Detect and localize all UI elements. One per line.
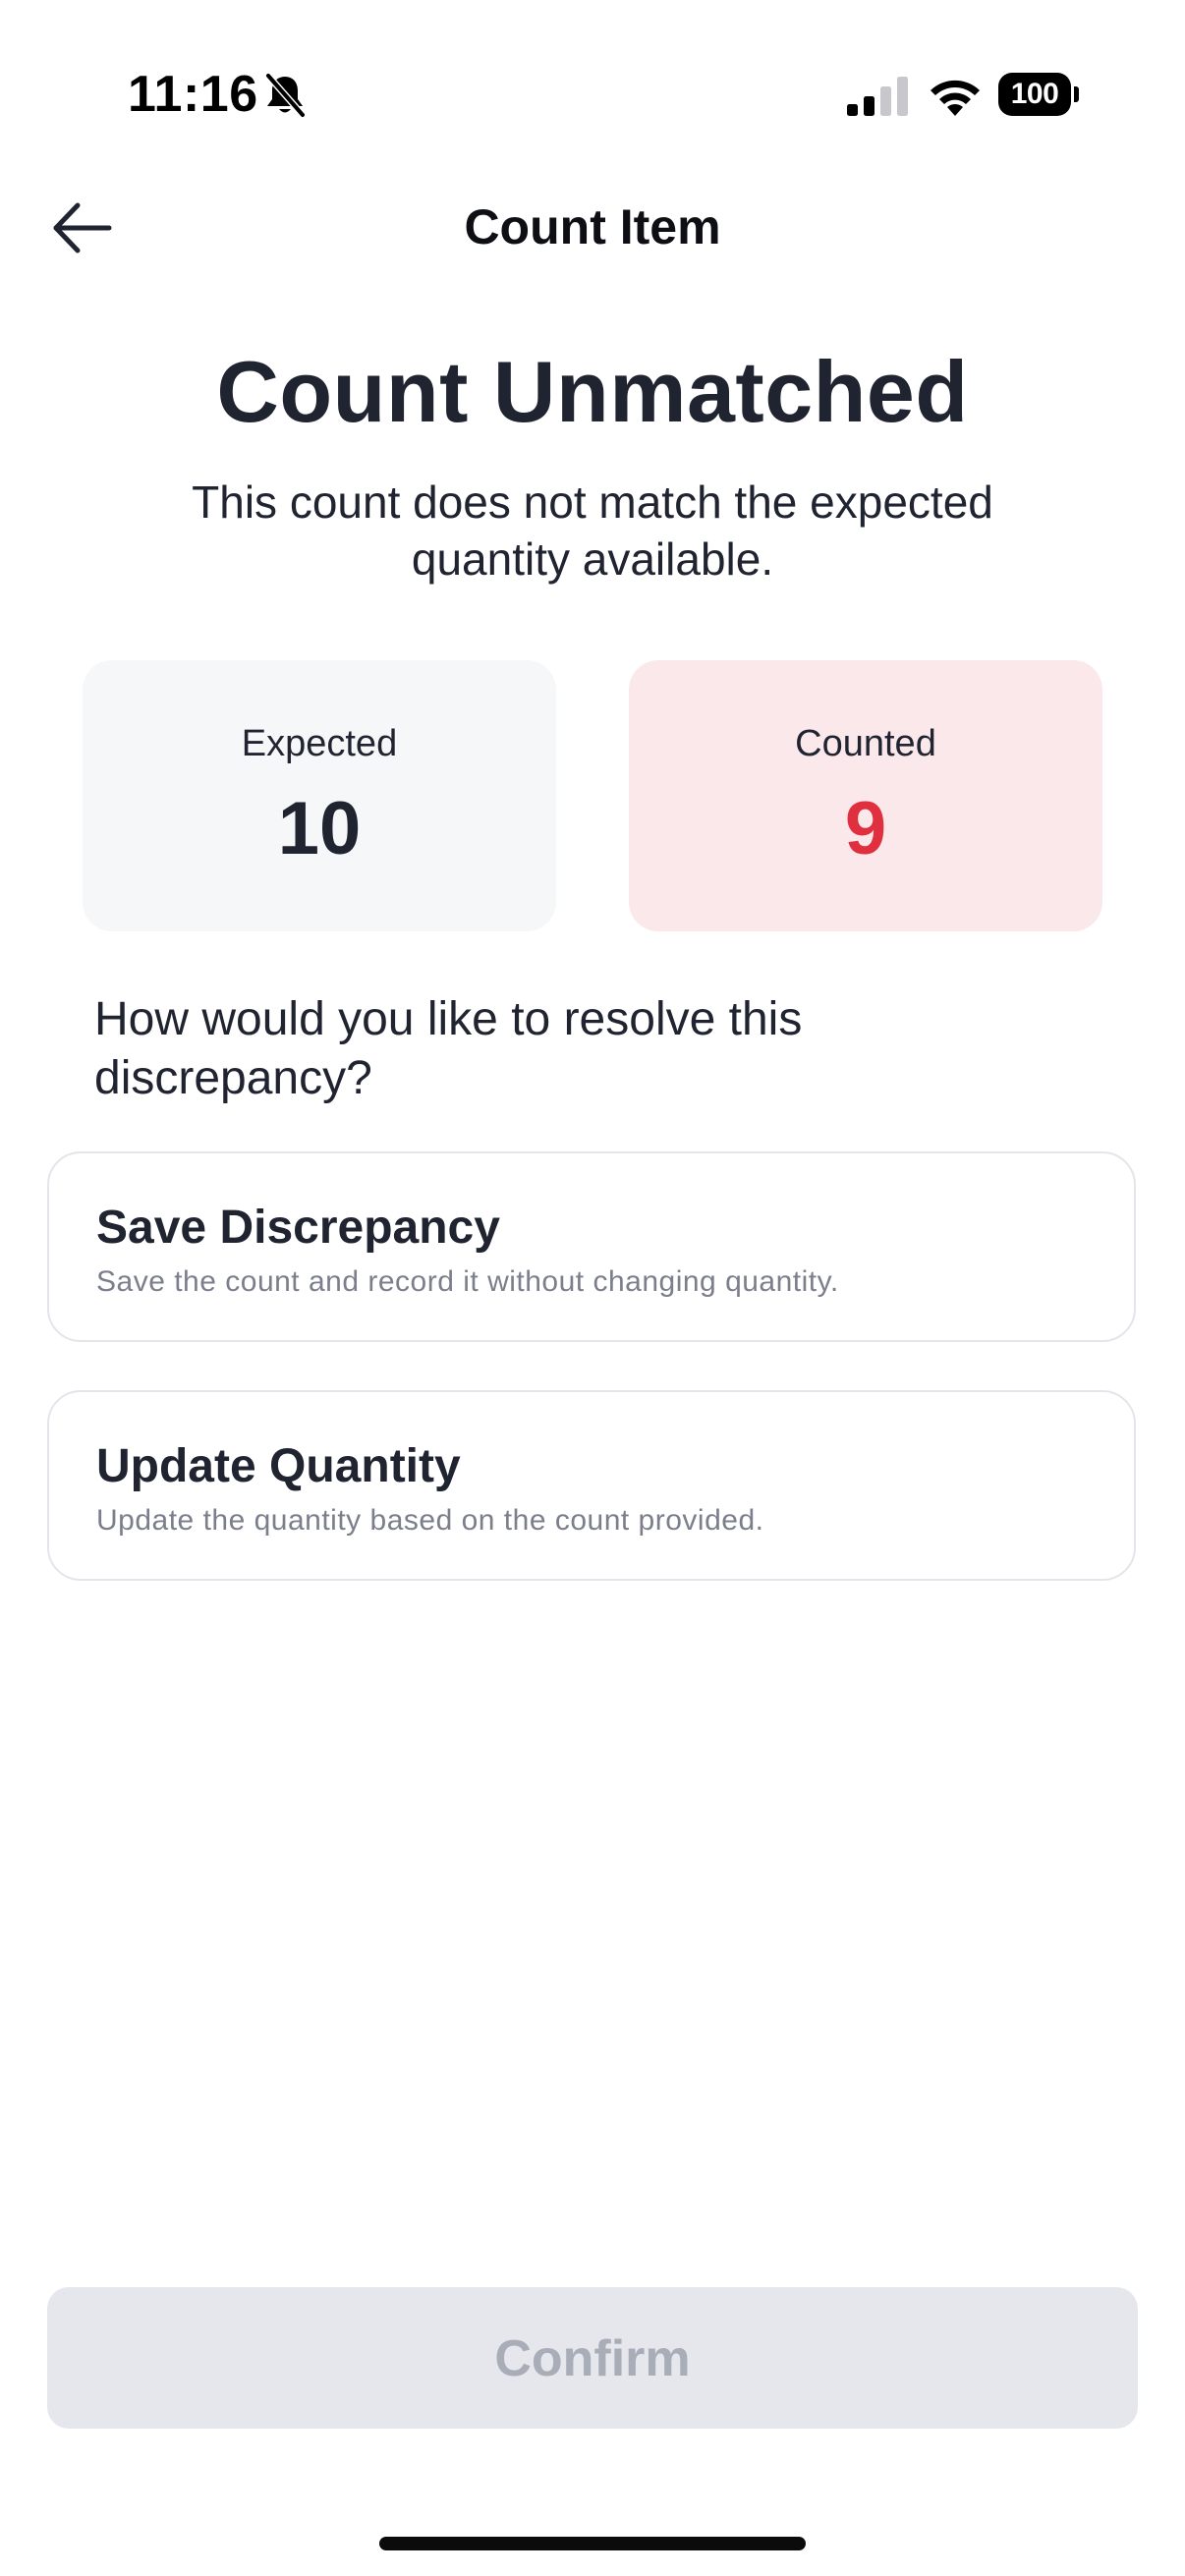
page-title: Count Item xyxy=(464,199,721,254)
resolve-question: How would you like to resolve this discr… xyxy=(94,993,803,1104)
confirm-button[interactable]: Confirm xyxy=(47,2287,1138,2429)
counted-label: Counted xyxy=(795,723,936,764)
option-title: Update Quantity xyxy=(96,1440,461,1492)
counted-card: Counted 9 xyxy=(629,660,1102,931)
result-heading: Count Unmatched xyxy=(216,343,969,440)
home-indicator xyxy=(379,2537,806,2550)
battery-icon: 100 xyxy=(998,73,1079,116)
expected-value: 10 xyxy=(277,787,362,870)
save-discrepancy-option[interactable]: Save Discrepancy Save the count and reco… xyxy=(47,1151,1136,1342)
expected-card: Expected 10 xyxy=(83,660,556,931)
expected-label: Expected xyxy=(241,723,398,764)
result-subtitle: This count does not match the expected q… xyxy=(192,476,993,585)
counted-value: 9 xyxy=(844,787,887,870)
update-quantity-option[interactable]: Update Quantity Update the quantity base… xyxy=(47,1390,1136,1581)
option-description: Update the quantity based on the count p… xyxy=(96,1504,764,1537)
status-bar: 11:16 100 xyxy=(0,0,1185,187)
cellular-signal-icon xyxy=(847,77,908,116)
status-time: 11:16 xyxy=(128,66,258,123)
option-title: Save Discrepancy xyxy=(96,1202,500,1254)
wifi-icon xyxy=(931,80,980,116)
count-item-screen: 11:16 100 Count Item Count Unmatched Thi… xyxy=(0,0,1185,2576)
battery-cap xyxy=(1074,86,1079,102)
bell-slash-icon xyxy=(264,73,307,118)
option-description: Save the count and record it without cha… xyxy=(96,1265,839,1298)
battery-level: 100 xyxy=(998,73,1071,116)
